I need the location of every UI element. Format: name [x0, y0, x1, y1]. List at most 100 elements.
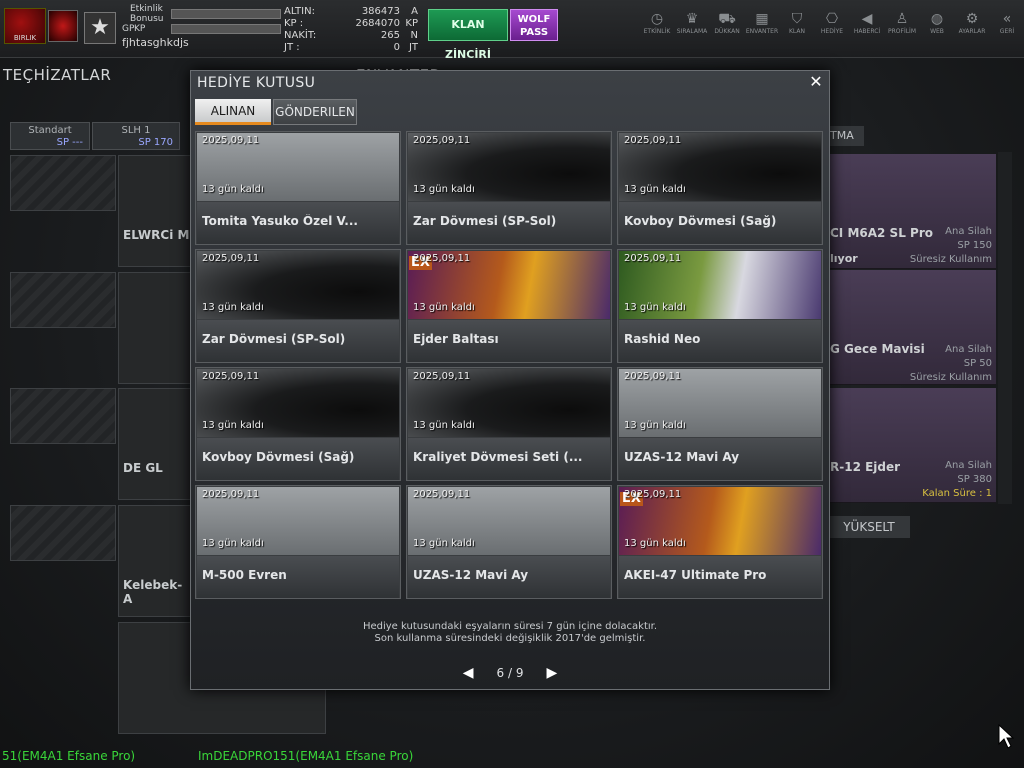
- inventory-card[interactable]: G Gece Mavisi Ana Silah SP 50 Süresiz Ku…: [828, 270, 996, 385]
- event-bonus-label: Etkinlik Bonusu: [130, 4, 164, 24]
- page-indicator: 6 / 9: [496, 666, 524, 680]
- clan-chain-button[interactable]: KLAN ZİNCİRİ: [428, 9, 508, 61]
- gift-item-card[interactable]: 2025,09,11 13 gün kaldı Tomita Yasuko Özel…: [195, 131, 401, 245]
- slot-primary-icon[interactable]: [10, 155, 116, 211]
- tab-tma[interactable]: TMA: [828, 126, 864, 146]
- gift-item-name: Kraliyet Dövmesi Seti (...: [413, 450, 583, 464]
- gift-date: 2025,09,11: [413, 489, 471, 500]
- nav-back[interactable]: «GERİ: [990, 10, 1024, 36]
- gift-item-card[interactable]: 2025,09,11 13 gün kaldı Rashid Neo: [617, 249, 823, 363]
- currency-row: KP : 2684070 KP: [284, 18, 422, 30]
- next-page-icon[interactable]: ▶: [544, 665, 560, 681]
- equipped-primary[interactable]: ELWRCi M: [118, 155, 192, 267]
- currency-row: NAKİT: 265 N: [284, 30, 422, 42]
- nav-label: HABERCİ: [853, 28, 881, 35]
- gift-item-card[interactable]: 2025,09,11 13 gün kaldı Zar Dövmesi (SP-So…: [406, 131, 612, 245]
- kill-feed-entry: 51(EM4A1 Efsane Pro): [2, 749, 136, 763]
- nav-clock[interactable]: ◷ ETKİNLİK: [640, 10, 674, 36]
- gift-date: 2025,09,11: [413, 371, 471, 382]
- nav-label: WEB: [930, 28, 944, 35]
- currency-unit: N: [410, 30, 418, 41]
- kill-feed-entry: ImDEADPRO151(EM4A1 Efsane Pro): [198, 749, 414, 763]
- nav-ranking[interactable]: ♛ SIRALAMA: [675, 10, 709, 36]
- gp-label: GP: [122, 24, 135, 34]
- close-icon[interactable]: ✕: [807, 73, 825, 91]
- gift-item-card[interactable]: EX 2025,09,11 13 gün kaldı Ejder Baltası: [406, 249, 612, 363]
- gift-item-name: Zar Dövmesi (SP-Sol): [413, 214, 557, 228]
- equipped-secondary[interactable]: [118, 272, 192, 384]
- gift-item-card[interactable]: 2025,09,11 13 gün kaldı Kraliyet Dövmesi S…: [406, 367, 612, 481]
- inventory-card[interactable]: R-12 Ejder Ana Silah SP 380 Kalan Süre :…: [828, 388, 996, 503]
- nav-profile[interactable]: ♙ PROFİLİM: [885, 10, 919, 36]
- game-logo: BIRLIK: [4, 8, 46, 44]
- globe-icon: ◍: [930, 11, 944, 27]
- slot-pistol-icon[interactable]: [10, 388, 116, 444]
- cart-icon: ⛟: [718, 11, 736, 27]
- gift-date: 2025,09,11: [202, 489, 260, 500]
- nav-label: ETKİNLİK: [643, 28, 671, 35]
- nav-gear[interactable]: ⚙ AYARLAR: [955, 10, 989, 36]
- nav-cart[interactable]: ⛟ DÜKKAN: [710, 10, 744, 36]
- top-bar: BIRLIK ★ Etkinlik Bonusu KP GP fjhtasghk…: [0, 0, 1024, 61]
- currency-label: NAKİT:: [284, 30, 317, 41]
- currency-panel: ALTIN: 386473 A KP :2684070 KP NAKİT: 265 N JT :…: [284, 6, 422, 54]
- clan-emblem[interactable]: [48, 10, 78, 42]
- gift-remaining: 13 gün kaldı: [413, 538, 475, 549]
- gift-date: 2025,09,11: [624, 489, 682, 500]
- nav-gift[interactable]: ⎔ HEDİYE: [815, 10, 849, 36]
- gift-item-name: AKEI-47 Ultimate Pro: [624, 568, 767, 582]
- equipped-melee[interactable]: Kelebek- A: [118, 505, 192, 617]
- upgrade-button[interactable]: YÜKSELT: [828, 516, 910, 538]
- nav-label: KLAN: [788, 28, 805, 35]
- game-screen: BIRLIK ★ Etkinlik Bonusu KP GP fjhtasghk…: [0, 0, 1024, 768]
- gift-date: 2025,09,11: [624, 135, 682, 146]
- back-icon: «: [1002, 11, 1012, 27]
- nav-megaphone[interactable]: ◀ HABERCİ: [850, 10, 884, 36]
- gift-date: 2025,09,11: [202, 371, 260, 382]
- gift-item-card[interactable]: EX 2025,09,11 13 gün kaldı AKEI-47 Ultimate…: [617, 485, 823, 599]
- currency-value: 265: [380, 30, 400, 41]
- inventory-icon: ▦: [755, 11, 769, 27]
- mouse-cursor-icon: [998, 724, 1014, 749]
- gift-remaining: 13 gün kaldı: [624, 538, 686, 549]
- equipped-pistol[interactable]: DE GL: [118, 388, 192, 500]
- gear-icon: ⚙: [965, 11, 979, 27]
- gift-icon: ⎔: [825, 11, 839, 27]
- event-bonus-bar: [171, 9, 281, 19]
- wolf-pass-button[interactable]: WOLF PASS: [510, 9, 558, 41]
- slot-secondary-icon[interactable]: [10, 272, 116, 328]
- currency-unit: KP: [405, 18, 418, 29]
- gift-item-card[interactable]: 2025,09,11 13 gün kaldı Kovboy Dövmesi (Sa…: [195, 367, 401, 481]
- gift-item-name: UZAS-12 Mavi Ay: [624, 450, 740, 464]
- gift-item-card[interactable]: 2025,09,11 13 gün kaldı UZAS-12 Mavi Ay: [406, 485, 612, 599]
- nav-label: PROFİLİM: [887, 28, 917, 35]
- gift-item-card[interactable]: 2025,09,11 13 gün kaldı Zar Dövmesi (SP-So…: [195, 249, 401, 363]
- gift-item-name: UZAS-12 Mavi Ay: [413, 568, 529, 582]
- gift-remaining: 13 gün kaldı: [624, 184, 686, 195]
- nav-label: AYARLAR: [958, 28, 986, 35]
- gift-item-card[interactable]: 2025,09,11 13 gün kaldı UZAS-12 Mavi Ay: [617, 367, 823, 481]
- tab-standard[interactable]: Standart SP ---: [10, 122, 90, 150]
- gift-remaining: 13 gün kaldı: [413, 184, 475, 195]
- equipment-title: TEÇHİZATLAR: [3, 66, 112, 84]
- kp-label: KP: [134, 24, 146, 34]
- slot-melee-icon[interactable]: [10, 505, 116, 561]
- inventory-scrollbar[interactable]: [998, 152, 1012, 504]
- nav-globe[interactable]: ◍ WEB: [920, 10, 954, 36]
- gift-box-notice: Hediye kutusundaki eşyaların süresi 7 gü…: [362, 621, 658, 644]
- prev-page-icon[interactable]: ◀: [460, 665, 476, 681]
- nav-clan[interactable]: ⛉ KLAN: [780, 10, 814, 36]
- gift-item-card[interactable]: 2025,09,11 13 gün kaldı Kovboy Dövmesi (Sa…: [617, 131, 823, 245]
- currency-row: JT : 0 JT: [284, 42, 422, 54]
- gift-item-name: Tomita Yasuko Özel V...: [202, 214, 358, 228]
- gift-item-name: Kovboy Dövmesi (Sağ): [624, 214, 777, 228]
- tab-received[interactable]: ALINAN: [195, 99, 271, 125]
- gift-item-card[interactable]: 2025,09,11 13 gün kaldı M-500 Evren: [195, 485, 401, 599]
- inventory-card[interactable]: CI M6A2 SL Pro lıyor Ana Silah SP 150 Sü…: [828, 154, 996, 269]
- gift-remaining: 13 gün kaldı: [624, 302, 686, 313]
- nav-inventory[interactable]: ▦ ENVANTER: [745, 10, 779, 36]
- tab-sent[interactable]: GÖNDERILEN: [273, 99, 357, 125]
- tab-slh1[interactable]: SLH 1 SP 170: [92, 122, 180, 150]
- nav-label: DÜKKAN: [714, 28, 740, 35]
- rank-star-icon[interactable]: ★: [84, 12, 116, 44]
